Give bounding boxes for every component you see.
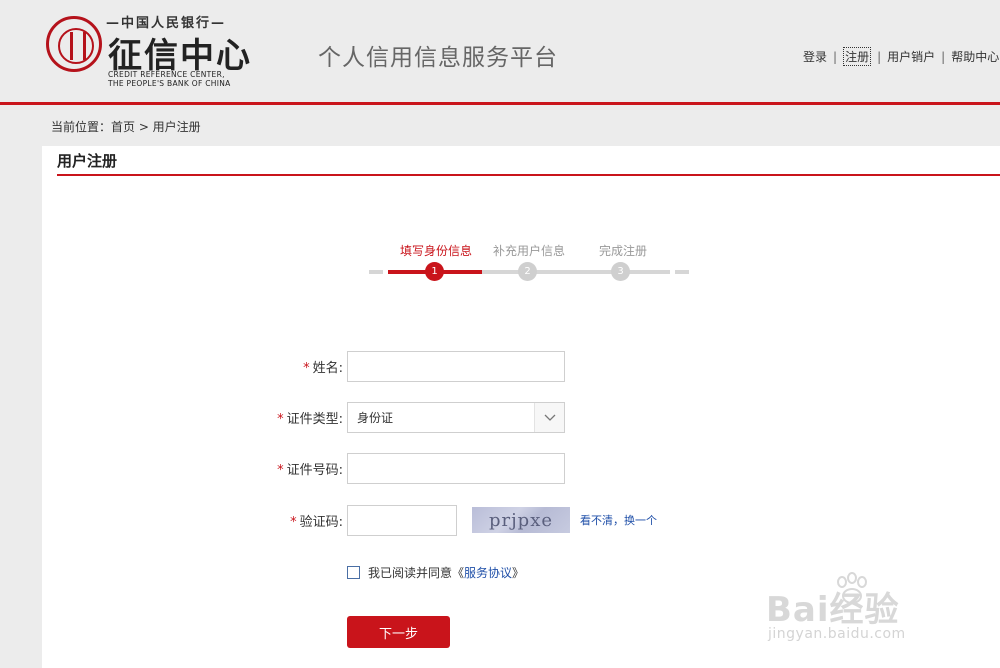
- id-number-input[interactable]: [347, 453, 565, 484]
- required-mark: *: [303, 361, 310, 376]
- nav-separator: |: [833, 49, 838, 64]
- id-type-label: * 证件类型:: [267, 408, 343, 427]
- help-center-link[interactable]: 帮助中心: [951, 48, 999, 65]
- register-link[interactable]: 注册: [843, 47, 872, 66]
- logo-english-line1: CREDIT REFERENCE CENTER,: [108, 70, 225, 79]
- step-track-lead: [369, 270, 383, 274]
- step-1-label: 填写身份信息: [400, 244, 473, 258]
- id-type-selected-value: 身份证: [357, 411, 394, 425]
- step-2-circle: 2: [518, 262, 537, 281]
- service-agreement-link[interactable]: 服务协议: [464, 564, 512, 581]
- next-step-button[interactable]: 下一步: [347, 616, 450, 648]
- platform-title: 个人信用信息服务平台: [318, 45, 558, 71]
- captcha-label-text: 验证码:: [299, 515, 343, 530]
- step-1-circle: 1: [425, 262, 444, 281]
- top-nav: 登录 | 注册 | 用户销户 | 帮助中心: [803, 47, 999, 66]
- id-type-label-text: 证件类型:: [286, 412, 343, 427]
- nav-separator: |: [941, 49, 946, 64]
- captcha-input[interactable]: [347, 505, 457, 536]
- id-number-label: * 证件号码:: [267, 459, 343, 478]
- agreement-text: 我已阅读并同意《: [368, 566, 465, 580]
- name-input[interactable]: [347, 351, 565, 382]
- step-3-label: 完成注册: [599, 244, 648, 258]
- required-mark: *: [277, 412, 284, 427]
- id-type-select[interactable]: 身份证: [347, 402, 565, 433]
- baidu-jingyan-watermark: Bai经验 jingyan.baidu.com: [762, 566, 992, 656]
- nav-separator: |: [877, 49, 882, 64]
- login-link[interactable]: 登录: [803, 48, 827, 65]
- id-number-label-text: 证件号码:: [286, 463, 343, 478]
- deregister-link[interactable]: 用户销户: [887, 48, 935, 65]
- step-3-circle: 3: [611, 262, 630, 281]
- captcha-refresh-link[interactable]: 看不清，换一个: [580, 512, 657, 528]
- header-divider: [0, 102, 1000, 105]
- site-header: —中国人民银行— 征信中心 CREDIT REFERENCE CENTER, T…: [0, 0, 1000, 103]
- required-mark: *: [277, 463, 284, 478]
- step-track-tail: [675, 270, 689, 274]
- credit-reference-center-logo[interactable]: —中国人民银行— 征信中心 CREDIT REFERENCE CENTER, T…: [44, 12, 254, 92]
- page-title: 用户注册: [57, 152, 118, 170]
- agreement-checkbox[interactable]: [347, 566, 360, 579]
- required-mark: *: [290, 515, 297, 530]
- watermark-brand: Bai经验: [766, 590, 900, 630]
- agreement-row: 我已阅读并同意《 服务协议 》: [347, 564, 524, 581]
- title-divider: [57, 174, 1000, 176]
- agreement-close: 》: [512, 566, 525, 580]
- step-2-label: 补充用户信息: [493, 244, 566, 258]
- chevron-down-icon[interactable]: [534, 403, 564, 432]
- registration-steps: 填写身份信息 补充用户信息 完成注册 1 2 3: [369, 240, 689, 284]
- captcha-label: * 验证码:: [281, 511, 343, 530]
- logo-seal-icon: [46, 16, 102, 72]
- name-label-text: 姓名:: [312, 361, 343, 376]
- step-track-remaining: [482, 270, 670, 274]
- captcha-image[interactable]: prjpxe: [472, 507, 570, 533]
- logo-english-line2: THE PEOPLE'S BANK OF CHINA: [108, 79, 231, 88]
- name-label: * 姓名:: [295, 357, 343, 376]
- watermark-url: jingyan.baidu.com: [768, 626, 906, 642]
- breadcrumb: 当前位置：首页 > 用户注册: [51, 120, 201, 134]
